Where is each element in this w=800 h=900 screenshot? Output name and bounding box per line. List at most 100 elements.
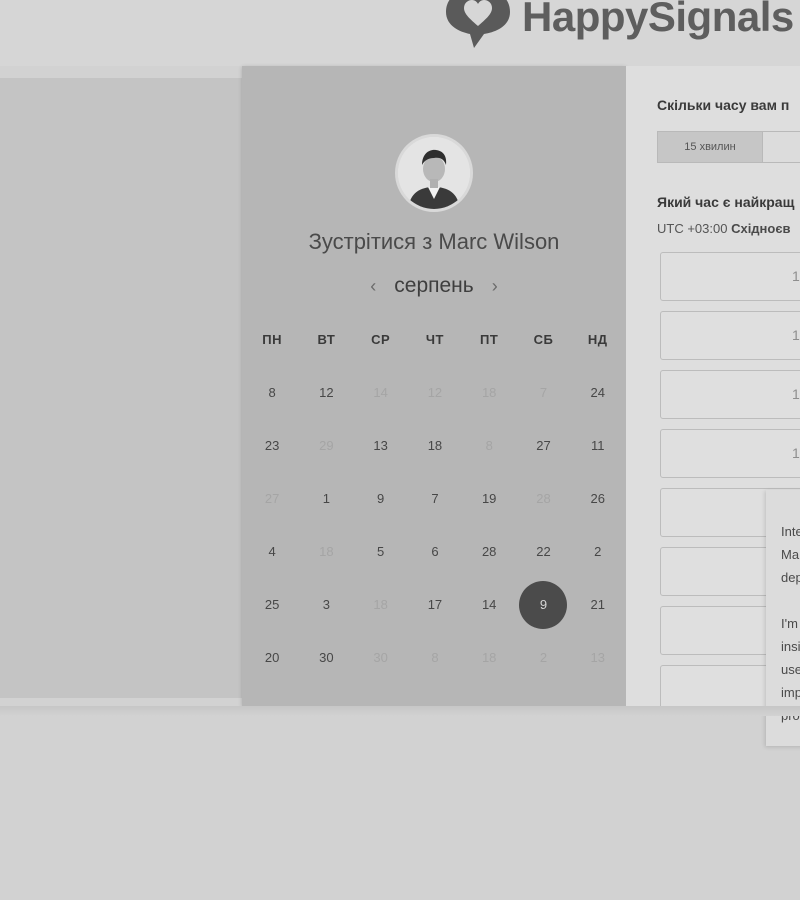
day-number: 29 [319, 438, 334, 453]
panel-shadow [0, 706, 800, 716]
day-number: 12 [427, 385, 443, 400]
time-slot-button[interactable]: 1 [660, 252, 800, 301]
calendar-day[interactable]: 3 [299, 581, 353, 629]
host-avatar [398, 137, 470, 209]
calendar-day: 2 [516, 634, 570, 682]
calendar-day[interactable]: 9 [354, 475, 408, 523]
calendar-day: 29 [299, 422, 353, 470]
day-number: 28 [536, 491, 551, 506]
day-number: 27 [264, 491, 280, 506]
time-slot-button[interactable]: 1 [660, 311, 800, 360]
calendar-day[interactable]: 7 [408, 475, 462, 523]
calendar-day[interactable]: 19 [462, 475, 516, 523]
calendar-week-row: 25 3 18 17 14 9 21 [245, 581, 625, 629]
calendar-day: 8 [408, 634, 462, 682]
day-number: 8 [485, 438, 493, 453]
day-number: 18 [373, 597, 388, 612]
calendar-day: 7 [516, 369, 570, 417]
day-number: 27 [536, 438, 551, 453]
calendar-day[interactable]: 11 [571, 422, 625, 470]
day-number: 30 [373, 650, 388, 665]
day-number: 20 [264, 650, 280, 665]
weekday-header: ПН ВТ СР ЧТ ПТ СБ НД [245, 332, 625, 347]
day-number: 9 [519, 581, 568, 629]
calendar-day[interactable]: 17 [408, 581, 462, 629]
calendar-day[interactable]: 20 [245, 634, 299, 682]
month-label: серпень [394, 274, 474, 297]
day-number: 7 [539, 385, 548, 400]
calendar-day: 12 [408, 369, 462, 417]
calendar-day[interactable]: 4 [245, 528, 299, 576]
timezone-label[interactable]: UTC +03:00 Східноєв [657, 221, 791, 236]
calendar-day[interactable]: 14 [462, 581, 516, 629]
day-number: 14 [481, 597, 497, 612]
calendar-day[interactable]: 8 [245, 369, 299, 417]
calendar-day[interactable]: 25 [245, 581, 299, 629]
time-slot-label: 1 [792, 445, 800, 461]
timezone-name: Східноєв [731, 221, 791, 236]
calendar-day[interactable]: 28 [462, 528, 516, 576]
day-number: 24 [590, 385, 605, 400]
day-number: 8 [268, 385, 276, 400]
calendar-day[interactable]: 24 [571, 369, 625, 417]
calendar-day[interactable]: 21 [571, 581, 625, 629]
day-number: 3 [322, 597, 331, 612]
calendar-week-row: 23 29 13 18 8 27 11 [245, 422, 625, 470]
calendar-week-row: 8 12 14 12 18 7 24 [245, 369, 625, 417]
day-number: 22 [536, 544, 551, 559]
weekday-label: ПН [262, 332, 282, 347]
calendar-day[interactable]: 6 [408, 528, 462, 576]
bio-text-line: I'm [781, 616, 798, 631]
day-number: 18 [481, 650, 497, 665]
day-number: 30 [319, 650, 334, 665]
day-number: 4 [268, 544, 276, 559]
calendar-day[interactable]: 18 [408, 422, 462, 470]
calendar-panel: Зустрітися з Marc Wilson ‹ серпень › ПН В… [242, 66, 626, 706]
day-number: 21 [590, 597, 605, 612]
month-navigation: ‹ серпень › [242, 274, 626, 298]
weekday-label: СБ [533, 332, 554, 347]
day-number: 23 [264, 438, 280, 453]
calendar-day[interactable]: 26 [571, 475, 625, 523]
calendar-day[interactable]: 22 [516, 528, 570, 576]
bio-text-line: Ma [781, 547, 800, 562]
calendar-day[interactable]: 5 [354, 528, 408, 576]
day-number: 11 [590, 438, 605, 453]
time-slot-label: 1 [792, 386, 800, 402]
calendar-day[interactable]: 12 [299, 369, 353, 417]
time-slot-button[interactable]: 1 [660, 370, 800, 419]
day-number: 26 [590, 491, 605, 506]
bio-text-line: use [781, 662, 800, 677]
duration-option[interactable]: 30 [763, 131, 800, 163]
selected-day[interactable]: 9 [516, 581, 570, 629]
calendar-day: 27 [245, 475, 299, 523]
day-number: 18 [427, 438, 443, 453]
next-month-icon[interactable]: › [492, 276, 498, 297]
duration-option[interactable]: 15 хвилин [657, 131, 763, 163]
calendar-day[interactable]: 27 [516, 422, 570, 470]
day-number: 2 [594, 544, 602, 559]
calendar-day[interactable]: 1 [299, 475, 353, 523]
calendar-day[interactable]: 30 [299, 634, 353, 682]
bio-text-line: imp [781, 685, 800, 700]
day-number: 14 [373, 385, 388, 400]
left-backdrop [0, 78, 242, 698]
calendar-day[interactable]: 13 [354, 422, 408, 470]
bio-text-line: insi [781, 639, 800, 654]
calendar-day: 14 [354, 369, 408, 417]
speech-heart-icon [446, 0, 510, 48]
day-number: 13 [373, 438, 388, 453]
time-slot-button[interactable]: 1 [660, 429, 800, 478]
weekday-label: ЧТ [425, 332, 444, 347]
calendar-day: 8 [462, 422, 516, 470]
calendar-day: 18 [354, 581, 408, 629]
duration-selector: 15 хвилин30 [657, 131, 800, 163]
person-photo-icon [398, 137, 470, 209]
day-number: 5 [377, 544, 385, 559]
prev-month-icon[interactable]: ‹ [370, 276, 376, 297]
time-slot-label: 1 [792, 268, 800, 284]
calendar-day[interactable]: 23 [245, 422, 299, 470]
brand-logo[interactable]: HappySignals [444, 0, 794, 50]
calendar-day[interactable]: 2 [571, 528, 625, 576]
day-number: 1 [322, 491, 331, 506]
